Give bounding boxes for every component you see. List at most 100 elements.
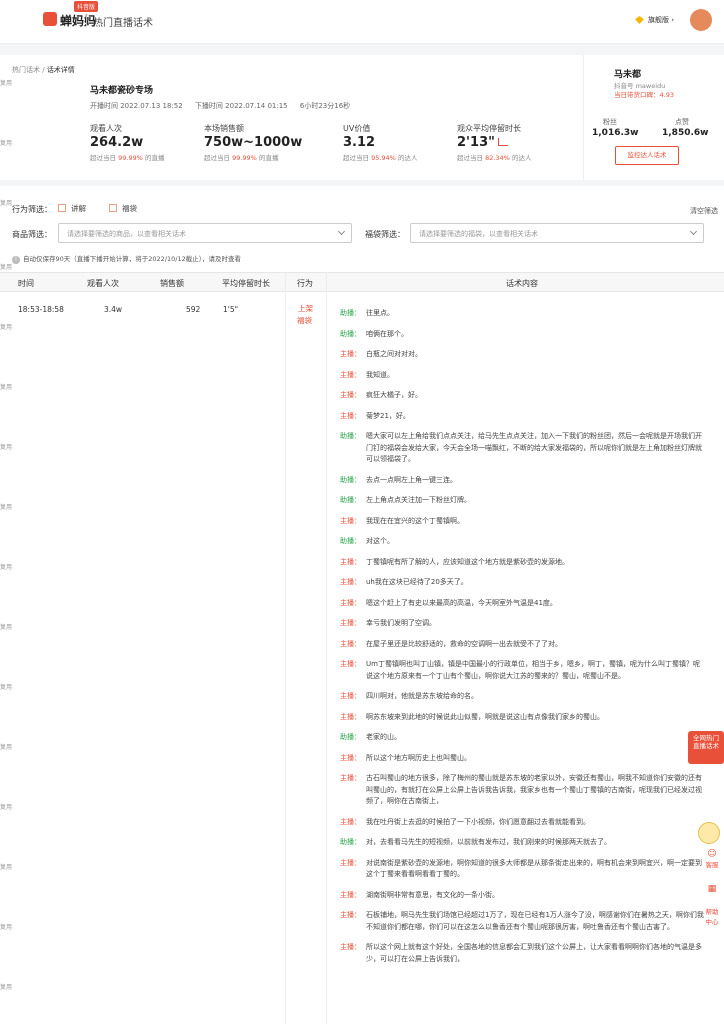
script-line: 助播： 左上角点点关注加一下粉丝灯牌。 [334, 495, 704, 507]
divider [583, 55, 584, 180]
bag-label[interactable]: 福袋 [122, 203, 137, 214]
likes-label: 点赞 [675, 118, 689, 126]
script-line: 助播： 对这个。 [334, 536, 704, 548]
script-line: 主播： 古石叫蜀山的地方很多，除了梅州的蜀山就是苏东坡的老家以外，安徽还有蜀山，啊… [334, 773, 704, 808]
script-line: 主播： 啊苏东坡来到此地的时候说此山似蜀，啊就是说这山有点像我们家乡的蜀山。 [334, 712, 704, 724]
help-label-2: 中心 [705, 918, 719, 926]
script-text: Um丁蜀镇啊也叫丁山镇，镇是中国最小的行政单位，相当于乡，嗯乡，啊丁，蜀镇，呢为… [366, 660, 700, 680]
script-text: 老家的山。 [366, 733, 401, 741]
script-text: 往里点。 [366, 309, 394, 317]
script-text: 啊苏东坡来到此地的时候说此山似蜀，啊就是说这山有点像我们家乡的蜀山。 [366, 712, 604, 721]
stat-uv-value: UV价值 3.12 超过当日 95.94% 的达人 [343, 123, 463, 162]
help-center-button[interactable]: 帮助 中心 [700, 906, 724, 926]
likes-value: 1,850.6w [662, 128, 709, 138]
side-mark: 复用 [0, 80, 13, 87]
row-action-list: 上架 [298, 304, 313, 313]
side-mark: 复用 [0, 504, 13, 511]
script-lines: 助播： 往里点。 助播： 咱俩在那个。 主播： 白瓶之间对对对。 主播： 我知道。 主播： 疯狂大… [334, 308, 704, 974]
customer-service-button[interactable]: ☺ 客服 [700, 849, 724, 869]
bag-select[interactable]: 请选择要筛选的福袋，以查看相关话术 [410, 223, 704, 243]
bag-checkbox[interactable] [109, 204, 117, 212]
stat-sub: 超过当日 95.94% 的达人 [343, 154, 418, 162]
column-divider [326, 272, 327, 1024]
script-text: 古石叫蜀山的地方很多，除了梅州的蜀山就是苏东坡的老家以外，安徽还有蜀山，啊我不知… [366, 774, 702, 805]
chevron-down-icon [689, 227, 698, 236]
script-line: 主播： uh我在这块已经待了20多天了。 [334, 577, 704, 589]
logo-badge: 抖音版 [74, 1, 99, 12]
script-text: 嗯这个赶上了有史以来最高的高温，今天啊室外气温是41度。 [366, 598, 557, 607]
retention-note: i 自动仅保存90天（直播下播开始计算，将于2022/10/12截止），请及时查看 [12, 253, 241, 264]
row-sales: 592 [186, 305, 201, 314]
explain-label[interactable]: 讲解 [71, 203, 86, 214]
speaker-label: 助播： [340, 329, 361, 338]
mascot-icon[interactable] [698, 822, 720, 844]
avatar[interactable] [690, 9, 712, 31]
side-mark: 复用 [0, 264, 13, 271]
speaker-label: 主播： [340, 712, 361, 721]
side-mark: 复用 [0, 924, 13, 931]
room-detail-card: 热门话术 / 话术详情 马未都瓷砂专场 开播时间 2022.07.13 18:5… [0, 55, 724, 180]
speaker-label: 主播： [340, 350, 361, 358]
side-mark: 复用 [0, 804, 13, 811]
row-action-bag: 福袋 [297, 316, 312, 325]
speaker-label: 主播： [340, 943, 361, 951]
vip-menu[interactable]: 旗舰版 › [648, 15, 674, 25]
side-mark: 复用 [0, 624, 13, 631]
script-text: 对，去看看马先生的短视频，以前就有发布过，我们刚来的时候那两天就去了。 [366, 838, 611, 846]
speaker-label: 主播： [340, 557, 361, 566]
explain-checkbox[interactable] [58, 204, 66, 212]
monitor-button[interactable]: 监控达人话术 [615, 146, 679, 165]
speaker-label: 主播： [340, 516, 361, 525]
stat-sub: 超过当日 82.34% 的达人 [457, 154, 532, 162]
speaker-label: 主播： [340, 911, 361, 919]
stat-avg-stay: 观众平均停留时长 2'13" 超过当日 82.34% 的达人 [457, 123, 577, 162]
side-mark: 复用 [0, 744, 13, 751]
script-text: 菊梦21，好。 [366, 411, 410, 420]
side-mark: 复用 [0, 984, 13, 991]
chevron-right-icon: › [671, 16, 675, 24]
help-label-1: 帮助 [705, 908, 719, 916]
product-placeholder: 请选择要筛选的商品，以查看相关话术 [67, 230, 186, 238]
bag-placeholder: 请选择要筛选的福袋，以查看相关话术 [419, 230, 538, 238]
duration: 6小时23分16秒 [299, 102, 351, 110]
vip-label: 旗舰版 [648, 16, 669, 24]
hot-scripts-float[interactable]: 全网热门 直播话术 [688, 731, 724, 764]
fans-value: 1,016.3w [592, 128, 639, 138]
speaker-label: 助播： [340, 496, 361, 504]
speaker-label: 主播： [340, 660, 361, 668]
headset-icon: ☺ [707, 849, 717, 859]
clear-filter-link[interactable]: 清空筛选 [690, 206, 718, 216]
chevron-down-icon [337, 227, 346, 236]
streamer-name[interactable]: 马未都 [614, 67, 641, 80]
script-line: 主播： Um丁蜀镇啊也叫丁山镇，镇是中国最小的行政单位，相当于乡，嗯乡，啊丁，蜀镇… [334, 659, 704, 682]
stat-label: 观看人次 [90, 124, 122, 133]
bag-filter-label: 福袋筛选： [365, 230, 405, 239]
script-line: 主播： 疯狂大橘子，好。 [334, 390, 704, 402]
script-line: 主播： 四川啊对，他就是苏东坡给命的名。 [334, 691, 704, 703]
script-text: 四川啊对，他就是苏东坡给命的名。 [366, 692, 478, 700]
qr-code-button[interactable]: ▦ [700, 884, 724, 894]
trend-icon [497, 138, 508, 146]
script-line: 主播： 湖南街啊非常有意思，有文化的一条小街。 [334, 890, 704, 902]
script-line: 助播： 老家的山。 [334, 732, 704, 744]
speaker-label: 主播： [340, 858, 361, 867]
breadcrumb: 热门话术 / 话术详情 [12, 65, 75, 75]
script-text: 湖南街啊非常有意思，有文化的一条小街。 [366, 890, 499, 899]
script-line: 主播： 所以这个地方啊历史上也叫蜀山。 [334, 753, 704, 765]
logo-text[interactable]: 蝉妈妈 [60, 12, 96, 29]
script-text: 对这个。 [366, 537, 394, 545]
breadcrumb-sep: / [40, 66, 47, 74]
script-line: 助播： 往里点。 [334, 308, 704, 320]
script-line: 主播： 在屋子里还是比较舒适的，救命的空调啊一出去就受不了了对。 [334, 639, 704, 651]
speaker-label: 主播： [340, 578, 361, 586]
stat-value: 264.2w [90, 135, 144, 150]
breadcrumb-parent[interactable]: 热门话术 [12, 66, 40, 74]
script-text: 所以这个地方啊历史上也叫蜀山。 [366, 753, 471, 762]
script-line: 助播： 对，去看看马先生的短视频，以前就有发布过，我们刚来的时候那两天就去了。 [334, 837, 704, 849]
speaker-label: 主播： [340, 817, 361, 826]
logo-icon[interactable] [43, 12, 57, 26]
script-line: 主播： 所以这个网上就有这个好处，全国各地的信息都会汇到我们这个公屏上，让大家看看… [334, 942, 704, 965]
script-text: 疯狂大橘子，好。 [366, 391, 422, 399]
behavior-filter-label: 行为筛选： [12, 205, 52, 214]
product-select[interactable]: 请选择要筛选的商品，以查看相关话术 [58, 223, 352, 243]
